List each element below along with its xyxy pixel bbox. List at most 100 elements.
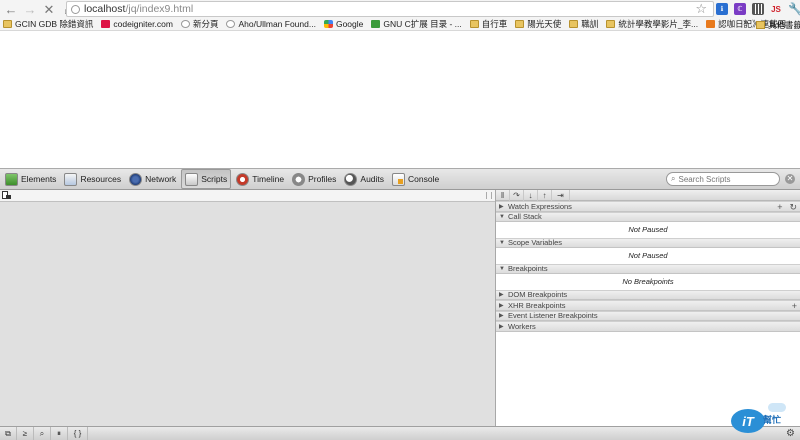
globe-icon — [226, 19, 236, 28]
scripts-icon — [185, 172, 199, 186]
folder-icon — [515, 19, 525, 28]
close-icon[interactable]: ✕ — [785, 174, 795, 184]
bookmark-item[interactable]: 職訓 — [569, 18, 598, 30]
pane-title: Event Listener Breakpoints — [508, 311, 598, 321]
search-scripts-field[interactable]: ⌕ — [666, 172, 780, 186]
bookmark-item[interactable]: 陽光天使 — [515, 18, 561, 30]
stop-icon[interactable]: ✕ — [41, 1, 57, 17]
bookmark-item[interactable]: GCIN GDB 除錯資訊 — [3, 18, 93, 30]
bookmark-item[interactable]: Google — [323, 18, 364, 29]
triangle-right-icon: ▶ — [499, 313, 504, 320]
bookmarks-more-icon[interactable]: » — [743, 17, 749, 28]
bookmark-item[interactable]: GNU C扩展 目录 - ... — [371, 18, 462, 30]
step-out-button[interactable]: ↑ — [538, 189, 552, 201]
google-icon — [323, 19, 333, 28]
bookmark-label: 統計學教學影片_李... — [618, 18, 699, 29]
other-bookmarks[interactable]: 其他書籤 — [756, 19, 800, 30]
pane-header-dom-breakpoints[interactable]: ▶ DOM Breakpoints — [496, 289, 800, 300]
url-path: /jq/index9.html — [125, 3, 194, 15]
step-over-button[interactable]: ↷ — [510, 189, 524, 201]
tab-console[interactable]: Console — [389, 169, 442, 189]
triangle-down-icon: ▼ — [499, 239, 505, 246]
dock-icon[interactable]: ⧉ — [0, 427, 17, 440]
script-list-icon[interactable] — [2, 191, 11, 199]
search-scripts-input[interactable] — [678, 174, 775, 184]
bookmark-item[interactable]: 自行車 — [469, 18, 507, 30]
bubble-shape — [768, 403, 786, 412]
pause-button[interactable]: ‖ — [496, 189, 510, 201]
search-icon[interactable]: ⌕ — [34, 427, 51, 440]
tab-profiles[interactable]: Profiles — [289, 169, 339, 189]
tab-scripts[interactable]: Scripts — [181, 169, 232, 189]
tab-label: Timeline — [252, 174, 285, 184]
timeline-icon — [236, 172, 250, 186]
console-toggle-icon[interactable]: ≥ — [17, 427, 34, 440]
pane-status-text: Not Paused — [628, 225, 668, 235]
triangle-right-icon: ▶ — [499, 203, 504, 210]
audits-icon — [344, 172, 358, 186]
triangle-down-icon: ▼ — [499, 213, 505, 220]
forward-arrow-icon[interactable]: → — [22, 1, 38, 17]
pane-header-event-listener-breakpoints[interactable]: ▶ Event Listener Breakpoints — [496, 310, 800, 321]
js-icon[interactable]: JS — [770, 3, 782, 15]
back-arrow-icon[interactable]: ← — [3, 1, 19, 17]
tab-label: Resources — [80, 174, 122, 184]
watermark-subtitle: 幫忙 — [763, 415, 782, 425]
bookmark-item[interactable]: 新分頁 — [180, 18, 218, 30]
pane-status-text: No Breakpoints — [622, 277, 674, 287]
red-favicon — [101, 19, 111, 28]
tab-audits[interactable]: Audits — [341, 169, 387, 189]
extension-area: ℹ ℂ JS 🔧 — [716, 2, 800, 16]
refresh-icon[interactable]: ↻ — [789, 202, 797, 212]
tab-network[interactable]: Network — [126, 169, 179, 189]
ithome-watermark: iT 幫忙 — [731, 403, 789, 433]
bookmark-item[interactable]: Aho/Ullman Found... — [226, 19, 316, 29]
tab-elements[interactable]: Elements — [2, 169, 59, 189]
pane-title: XHR Breakpoints — [508, 300, 566, 310]
wrench-icon[interactable]: 🔧 — [788, 2, 800, 16]
qr-icon[interactable] — [752, 3, 764, 15]
add-icon[interactable]: + — [777, 202, 782, 212]
tab-label: Console — [408, 174, 440, 184]
folder-icon — [3, 19, 12, 28]
pane-header-workers[interactable]: ▶ Workers — [496, 321, 800, 332]
tab-timeline[interactable]: Timeline — [233, 169, 287, 189]
folder-icon — [756, 21, 765, 29]
resize-grip[interactable] — [486, 192, 492, 199]
watermark-logo: iT — [731, 409, 765, 433]
triangle-right-icon: ▶ — [499, 302, 504, 309]
pane-header-watch-expressions[interactable]: ▶ Watch Expressions + ↻ — [496, 201, 800, 212]
address-bar[interactable]: localhost/jq/index9.html ☆ — [66, 1, 714, 17]
folder-icon — [606, 19, 616, 28]
pretty-print-icon[interactable]: { } — [68, 427, 88, 440]
folder-icon — [569, 19, 579, 28]
translate-icon[interactable]: ℹ — [716, 3, 728, 15]
bookmark-item[interactable]: codeigniter.com — [101, 19, 173, 29]
pane-header-breakpoints[interactable]: ▼ Breakpoints — [496, 263, 800, 274]
triangle-down-icon: ▼ — [499, 265, 505, 272]
pane-title: Breakpoints — [508, 264, 548, 274]
pane-title: Workers — [508, 321, 536, 331]
bookmarks-bar: GCIN GDB 除錯資訊 codeigniter.com 新分頁 Aho/Ullma… — [0, 17, 800, 31]
tab-label: Network — [145, 174, 177, 184]
script-view — [0, 202, 495, 426]
pane-header-scope-variables[interactable]: ▼ Scope Variables — [496, 237, 800, 248]
console-icon — [392, 172, 406, 186]
pane-header-call-stack[interactable]: ▼ Call Stack — [496, 211, 800, 222]
browser-toolbar: ← → ✕ ⌂ localhost/jq/index9.html ☆ ℹ ℂ J… — [0, 0, 800, 18]
tab-label: Scripts — [201, 174, 228, 184]
pause-exceptions-icon[interactable]: ⏸ — [51, 427, 68, 440]
deactivate-breakpoints-button[interactable]: ⇥ — [552, 189, 570, 201]
add-icon[interactable]: + — [792, 301, 797, 311]
bookmark-item[interactable]: 統計學教學影片_李... — [606, 18, 698, 30]
tab-resources[interactable]: Resources — [61, 169, 124, 189]
pane-header-xhr-breakpoints[interactable]: ▶ XHR Breakpoints + — [496, 300, 800, 311]
extension-icon[interactable]: ℂ — [734, 3, 746, 15]
star-icon[interactable]: ☆ — [695, 1, 707, 17]
pane-title: Call Stack — [508, 212, 542, 222]
bookmark-label: codeigniter.com — [113, 18, 173, 29]
status-bar: ⧉ ≥ ⌕ ⏸{ } ⚙ — [0, 426, 800, 440]
bookmark-label: Google — [335, 18, 364, 29]
globe-icon — [180, 19, 190, 28]
step-into-button[interactable]: ↓ — [524, 189, 538, 201]
